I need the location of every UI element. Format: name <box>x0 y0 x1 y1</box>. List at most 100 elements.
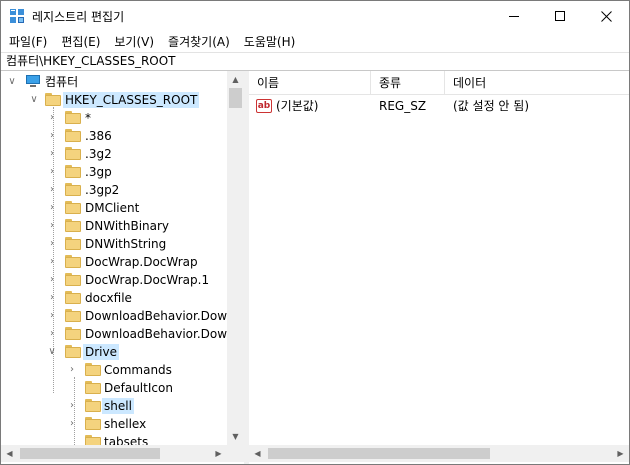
folder-icon <box>65 111 81 124</box>
menu-file[interactable]: 파일(F) <box>1 33 53 51</box>
tree-node[interactable]: › .3gp2 <box>1 181 227 199</box>
scrollbar-corner <box>227 445 244 462</box>
folder-icon <box>65 237 81 250</box>
collapsed-chevron-icon[interactable]: › <box>47 328 57 340</box>
folder-icon <box>85 417 101 430</box>
menu-view[interactable]: 보기(V) <box>106 33 160 51</box>
tree-node-label: DownloadBehavior.Downl <box>85 309 227 323</box>
tree-node[interactable]: › DNWithBinary <box>1 217 227 235</box>
collapsed-chevron-icon[interactable]: › <box>47 310 57 322</box>
folder-icon <box>65 129 81 142</box>
tree-node[interactable]: › DNWithString <box>1 235 227 253</box>
folder-icon <box>65 183 81 196</box>
value-data: (값 설정 안 됨) <box>453 99 530 113</box>
tree-node-hkey-classes-root[interactable]: ∨ HKEY_CLASSES_ROOT <box>1 91 227 109</box>
collapsed-chevron-icon[interactable]: › <box>47 184 57 196</box>
tree-node-label: * <box>85 111 91 125</box>
collapsed-chevron-icon[interactable]: › <box>47 148 57 160</box>
tree-node-label: .3gp2 <box>85 183 120 197</box>
tree-node-label: DefaultIcon <box>104 381 173 395</box>
value-type: REG_SZ <box>379 99 427 113</box>
tree-node[interactable]: › DownloadBehavior.Downl <box>1 325 227 343</box>
folder-icon <box>65 165 81 178</box>
list-horizontal-scrollbar[interactable]: ◀ ▶ <box>249 445 629 462</box>
folder-icon <box>65 201 81 214</box>
tree-node-shell[interactable]: › shell <box>1 397 227 415</box>
collapsed-chevron-icon[interactable]: › <box>47 256 57 268</box>
scroll-right-arrow-icon[interactable]: ▶ <box>210 445 227 462</box>
window-title: 레지스트리 편집기 <box>32 10 125 24</box>
title-bar: 레지스트리 편집기 <box>1 1 629 31</box>
tree-node[interactable]: › DocWrap.DocWrap <box>1 253 227 271</box>
tree-node-label: DNWithBinary <box>85 219 170 233</box>
scroll-left-arrow-icon[interactable]: ◀ <box>1 445 18 462</box>
collapsed-chevron-icon[interactable]: › <box>47 130 57 142</box>
scroll-left-arrow-icon[interactable]: ◀ <box>249 445 266 462</box>
collapsed-chevron-icon[interactable]: › <box>47 112 57 124</box>
scrollbar-thumb[interactable] <box>229 88 242 108</box>
tree-node-computer[interactable]: ∨ 컴퓨터 <box>1 73 227 91</box>
tree-node[interactable]: › DownloadBehavior.Downl <box>1 307 227 325</box>
folder-icon <box>65 345 81 358</box>
scrollbar-thumb[interactable] <box>20 448 160 459</box>
menu-favorites[interactable]: 즐겨찾기(A) <box>160 33 236 51</box>
collapsed-chevron-icon[interactable]: › <box>67 400 77 412</box>
collapsed-chevron-icon[interactable]: › <box>47 166 57 178</box>
tree-node-drive[interactable]: ∨ Drive <box>1 343 227 361</box>
scroll-right-arrow-icon[interactable]: ▶ <box>612 445 629 462</box>
collapsed-chevron-icon[interactable]: › <box>47 292 57 304</box>
expanded-chevron-icon[interactable]: ∨ <box>29 94 39 106</box>
folder-icon <box>65 147 81 160</box>
collapsed-chevron-icon[interactable]: › <box>47 274 57 286</box>
list-item[interactable]: ab (기본값) REG_SZ (값 설정 안 됨) <box>249 96 629 116</box>
tree-node[interactable]: › .3g2 <box>1 145 227 163</box>
collapsed-chevron-icon[interactable]: › <box>47 202 57 214</box>
tree-node-label: DocWrap.DocWrap.1 <box>85 273 210 287</box>
scroll-up-arrow-icon[interactable]: ▲ <box>227 71 244 88</box>
folder-icon <box>85 363 101 376</box>
tree-node[interactable]: › Commands <box>1 361 227 379</box>
collapsed-chevron-icon[interactable]: › <box>47 220 57 232</box>
tree-node[interactable]: tabsets <box>1 433 227 445</box>
collapsed-chevron-icon[interactable]: › <box>67 364 77 376</box>
tree-node-label: .3g2 <box>85 147 112 161</box>
tree-node-label: shellex <box>104 417 147 431</box>
maximize-button[interactable] <box>537 1 583 31</box>
tree-node-label: HKEY_CLASSES_ROOT <box>63 92 200 108</box>
collapsed-chevron-icon[interactable]: › <box>67 418 77 430</box>
minimize-button[interactable] <box>491 1 537 31</box>
tree-node-label: tabsets <box>104 435 149 445</box>
folder-icon <box>65 219 81 232</box>
tree-node[interactable]: › DMClient <box>1 199 227 217</box>
menu-help[interactable]: 도움말(H) <box>236 33 302 51</box>
tree-node[interactable]: › DocWrap.DocWrap.1 <box>1 271 227 289</box>
tree-node[interactable]: › * <box>1 109 227 127</box>
tree-node-label: shell <box>102 398 134 414</box>
column-header-name[interactable]: 이름 <box>249 71 371 95</box>
tree-node[interactable]: › .386 <box>1 127 227 145</box>
column-header-type[interactable]: 종류 <box>371 71 445 95</box>
folder-icon <box>65 327 81 340</box>
tree-node-label: DownloadBehavior.Downl <box>85 327 227 341</box>
expanded-chevron-icon[interactable]: ∨ <box>47 346 57 358</box>
tree-node-label: .386 <box>85 129 112 143</box>
maximize-icon <box>555 11 565 21</box>
menu-edit[interactable]: 편집(E) <box>53 33 106 51</box>
address-bar[interactable]: 컴퓨터\HKEY_CLASSES_ROOT <box>1 52 629 71</box>
tree-horizontal-scrollbar[interactable]: ◀ ▶ <box>1 445 227 462</box>
tree-node[interactable]: DefaultIcon <box>1 379 227 397</box>
tree-node-label: DMClient <box>85 201 140 215</box>
tree-vertical-scrollbar[interactable]: ▲ ▼ <box>227 71 244 445</box>
column-header-data[interactable]: 데이터 <box>445 71 629 95</box>
close-button[interactable] <box>583 1 629 31</box>
tree-node[interactable]: › shellex <box>1 415 227 433</box>
tree-node-label: 컴퓨터 <box>45 75 79 89</box>
collapsed-chevron-icon[interactable]: › <box>47 238 57 250</box>
expanded-chevron-icon[interactable]: ∨ <box>7 76 17 88</box>
tree-node[interactable]: › docxfile <box>1 289 227 307</box>
tree-node-label: docxfile <box>85 291 132 305</box>
scrollbar-thumb[interactable] <box>268 448 490 459</box>
registry-editor-window: 레지스트리 편집기 파일(F) 편집(E) 보기(V) 즐겨찾기(A) 도움말(… <box>0 0 630 465</box>
scroll-down-arrow-icon[interactable]: ▼ <box>227 428 244 445</box>
tree-node[interactable]: › .3gp <box>1 163 227 181</box>
